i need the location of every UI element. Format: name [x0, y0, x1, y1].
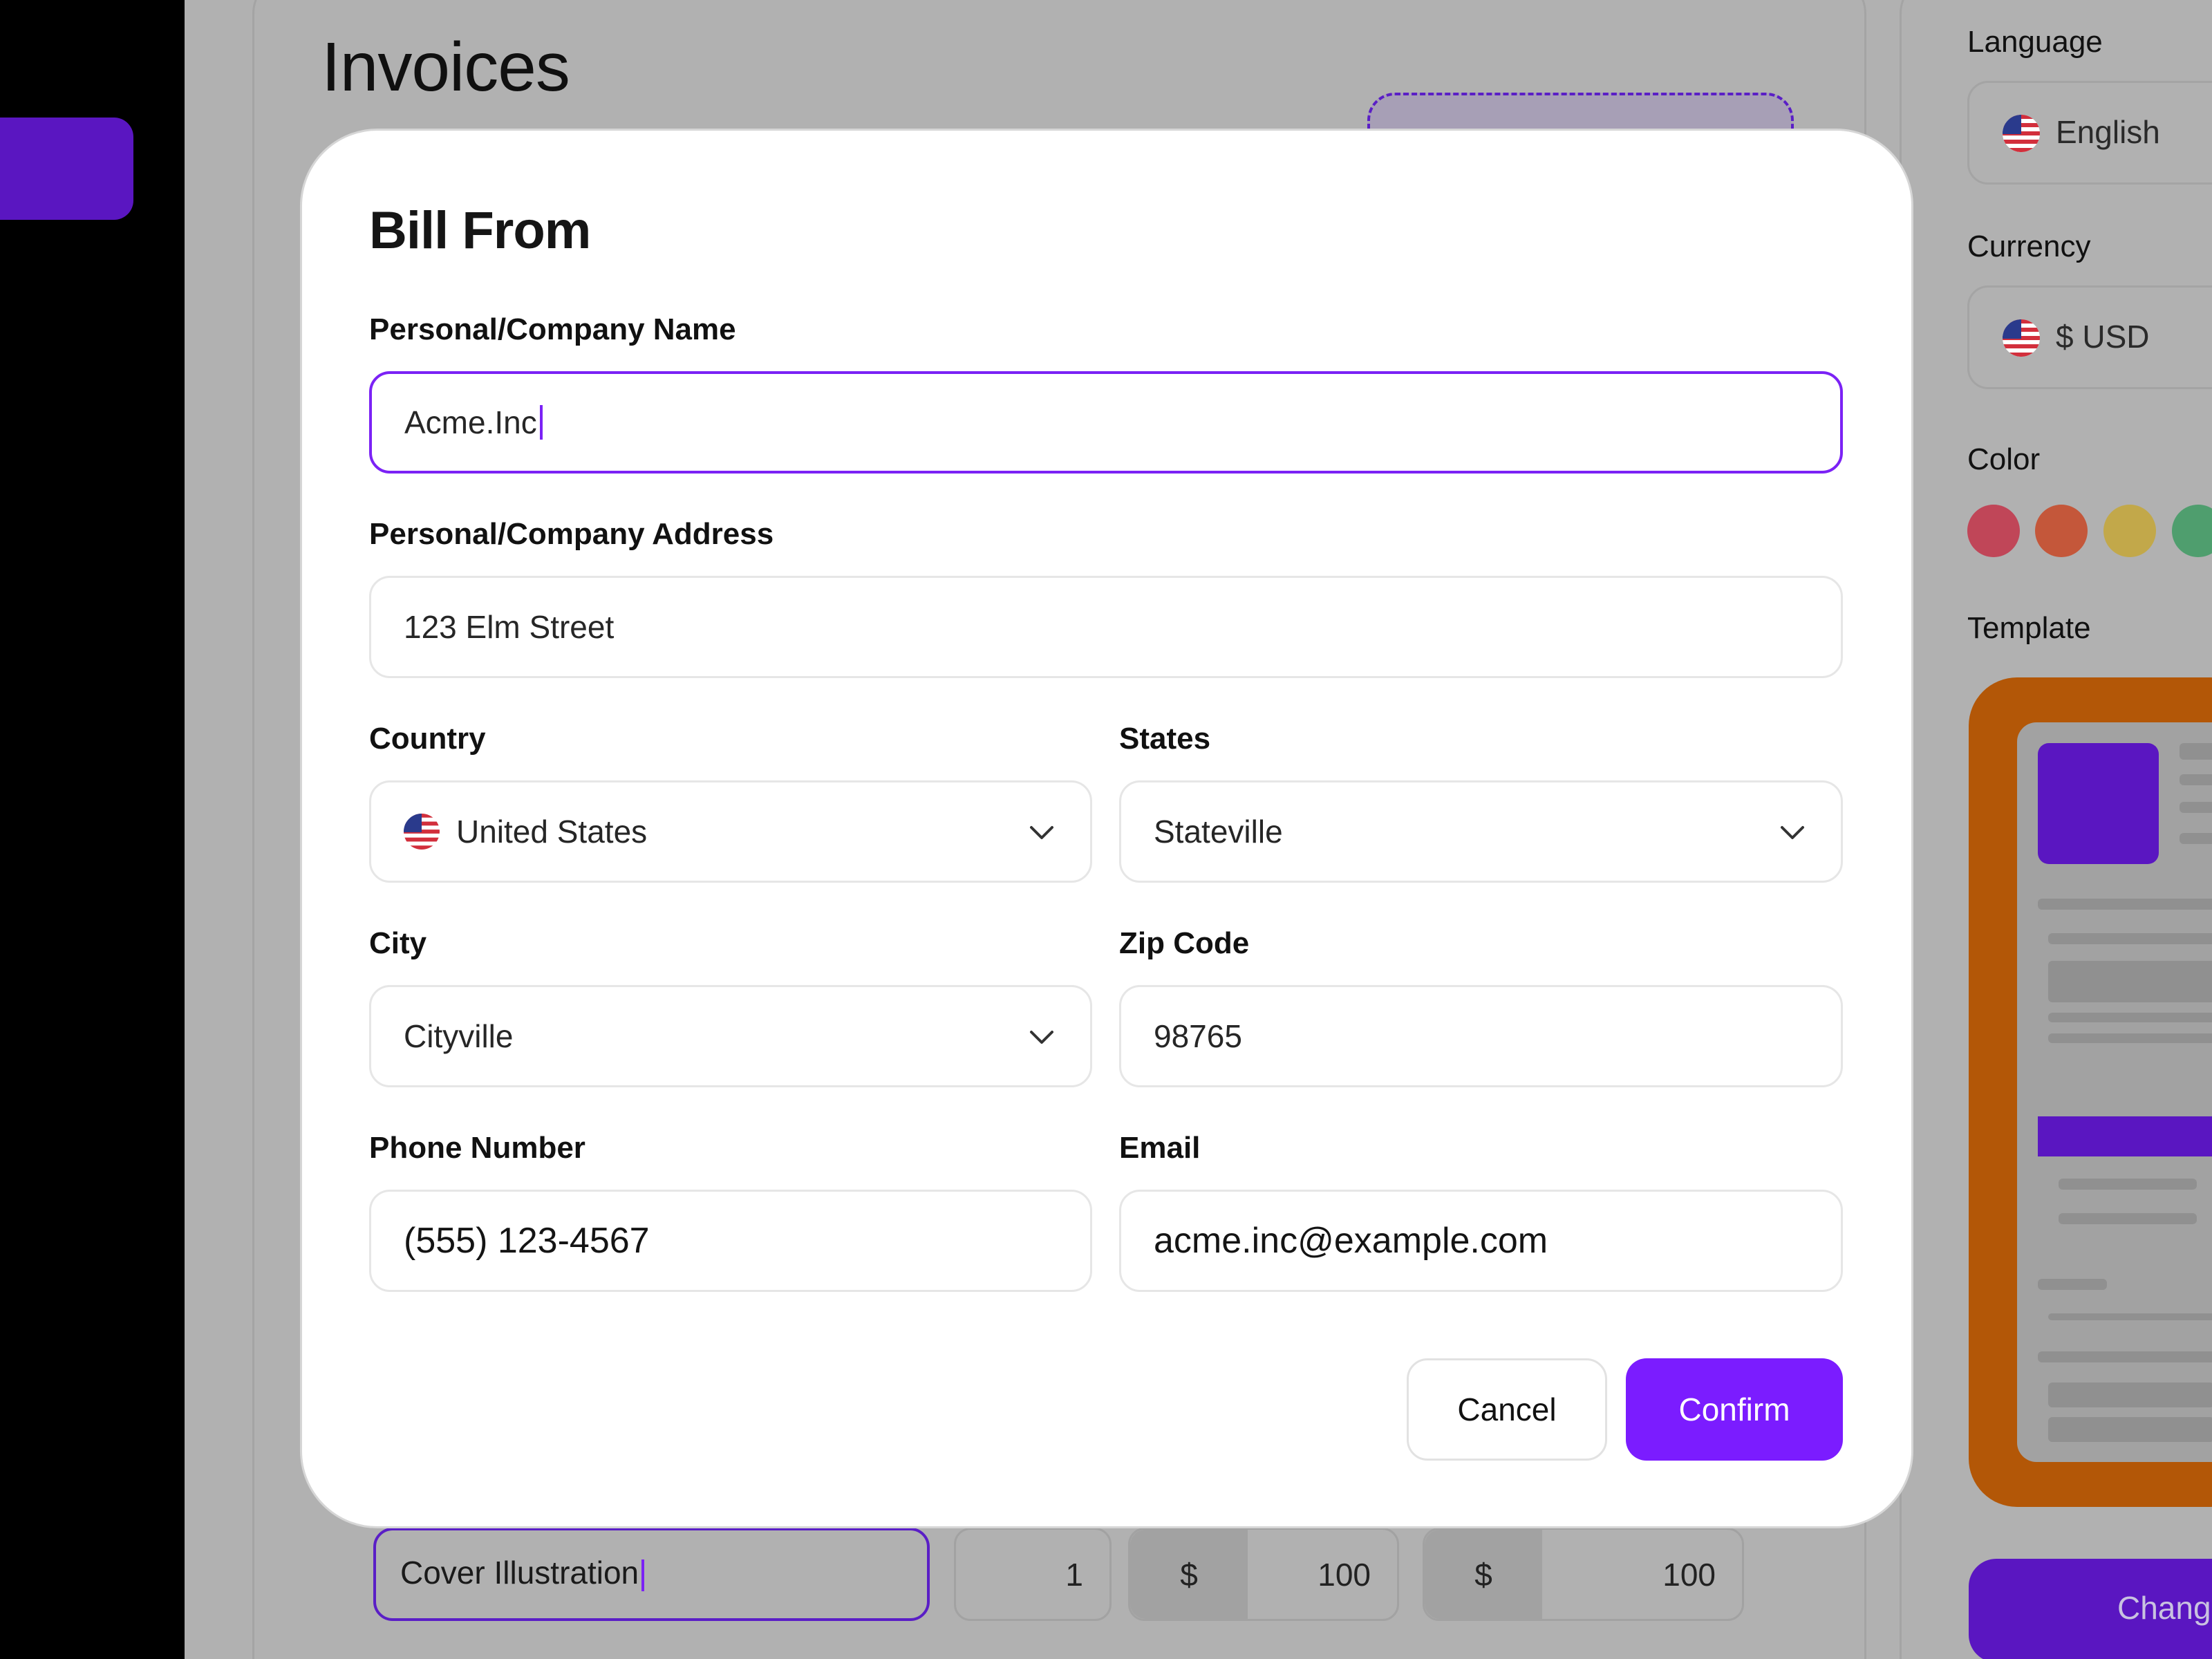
chevron-down-icon [1030, 826, 1053, 839]
currency-label: Currency [1967, 229, 2091, 263]
cancel-button[interactable]: Cancel [1407, 1358, 1607, 1461]
us-flag-icon [2003, 319, 2040, 357]
template-logo [2038, 743, 2159, 864]
currency-select[interactable]: $ USD [1967, 285, 2212, 389]
line-item-amount: $100 [1423, 1528, 1744, 1621]
states-select[interactable]: Stateville [1119, 780, 1843, 883]
confirm-button[interactable]: Confirm [1626, 1358, 1843, 1461]
color-swatch-red[interactable] [1967, 505, 2020, 557]
modal-title: Bill From [369, 201, 591, 260]
language-label: Language [1967, 25, 2103, 59]
change-template-button[interactable]: Chang [1969, 1559, 2212, 1659]
us-flag-icon [2003, 115, 2040, 152]
sidebar [0, 0, 185, 1659]
template-preview[interactable] [1969, 677, 2212, 1507]
language-select[interactable]: English [1967, 81, 2212, 185]
template-label: Template [1967, 611, 2091, 645]
page-title: Invoices [321, 28, 570, 106]
line-item-description-input[interactable]: Cover Illustration [373, 1528, 930, 1621]
company-name-input[interactable]: Acme.Inc [369, 371, 1843, 474]
template-sheet [2017, 722, 2212, 1462]
country-select[interactable]: United States [369, 780, 1092, 883]
states-label: States [1119, 722, 1211, 756]
zip-label: Zip Code [1119, 926, 1250, 960]
email-label: Email [1119, 1131, 1201, 1165]
phone-number-input[interactable]: (555) 123-4567 [369, 1190, 1092, 1292]
template-accent-bar [2038, 1116, 2212, 1156]
color-swatch-orange[interactable] [2035, 505, 2088, 557]
email-input[interactable]: acme.inc@example.com [1119, 1190, 1843, 1292]
line-item-quantity-input[interactable]: 1 [954, 1528, 1112, 1621]
chevron-down-icon [1781, 826, 1804, 839]
chevron-down-icon [1030, 1031, 1053, 1044]
us-flag-icon [404, 814, 440, 850]
address-label: Personal/Company Address [369, 517, 774, 551]
color-label: Color [1967, 442, 2041, 476]
city-label: City [369, 926, 427, 960]
sidebar-active-item[interactable] [0, 118, 133, 220]
color-swatch-yellow[interactable] [2103, 505, 2156, 557]
line-item-rate-input[interactable]: $100 [1128, 1528, 1399, 1621]
name-label: Personal/Company Name [369, 312, 736, 346]
country-label: Country [369, 722, 486, 756]
phone-label: Phone Number [369, 1131, 585, 1165]
text-cursor [539, 405, 543, 440]
city-select[interactable]: Cityville [369, 985, 1092, 1087]
zip-code-input[interactable]: 98765 [1119, 985, 1843, 1087]
company-address-input[interactable]: 123 Elm Street [369, 576, 1843, 678]
